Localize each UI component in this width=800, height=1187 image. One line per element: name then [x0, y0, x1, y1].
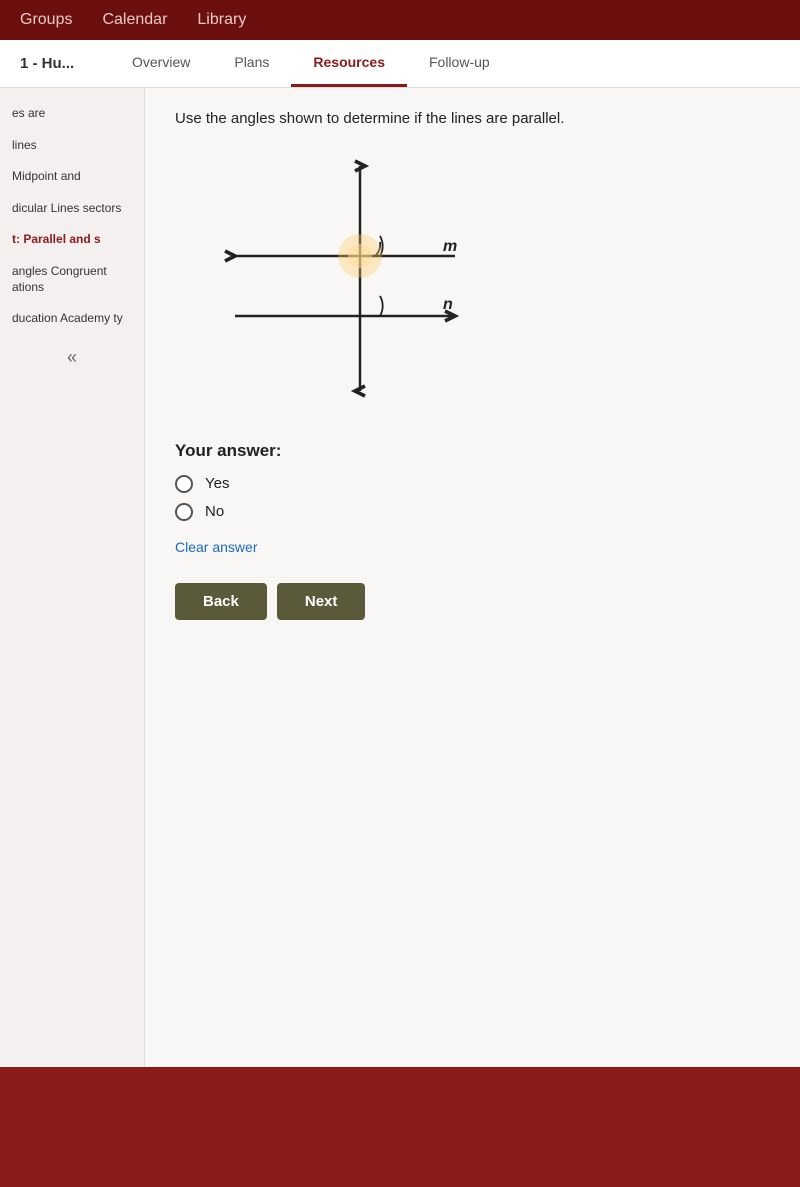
back-button[interactable]: Back [175, 583, 267, 620]
sidebar-collapse-button[interactable]: « [0, 335, 144, 380]
question-text: Use the angles shown to determine if the… [175, 108, 770, 131]
geometry-diagram: m n [175, 151, 495, 411]
label-m: m [443, 238, 457, 255]
button-row: Back Next [175, 583, 770, 620]
radio-no[interactable] [175, 503, 193, 521]
label-n: n [443, 296, 453, 313]
bottom-area [0, 1067, 800, 1187]
sidebar-item-1[interactable]: lines [0, 130, 144, 162]
sidebar-item-4[interactable]: t: Parallel and s [0, 224, 144, 256]
next-button[interactable]: Next [277, 583, 366, 620]
tab-plans[interactable]: Plans [212, 40, 291, 87]
sidebar-item-6[interactable]: ducation Academy ty [0, 303, 144, 335]
sidebar-item-0[interactable]: es are [0, 98, 144, 130]
nav-library[interactable]: Library [197, 11, 246, 29]
option-no[interactable]: No [175, 503, 770, 521]
nav-tabs: Overview Plans Resources Follow-up [110, 40, 512, 87]
nav-groups[interactable]: Groups [20, 11, 72, 29]
tab-resources[interactable]: Resources [291, 40, 407, 87]
answer-section: Your answer: Yes No Clear answer Back Ne… [175, 441, 770, 620]
diagram-svg: m n [175, 151, 495, 411]
sidebar: es are lines Midpoint and dicular Lines … [0, 88, 145, 1067]
top-nav: Groups Calendar Library [0, 0, 800, 40]
second-nav: 1 - Hu... Overview Plans Resources Follo… [0, 40, 800, 88]
sidebar-item-2[interactable]: Midpoint and [0, 161, 144, 193]
nav-calendar[interactable]: Calendar [102, 11, 167, 29]
sidebar-item-5[interactable]: angles Congruent ations [0, 256, 144, 303]
content-area: Use the angles shown to determine if the… [145, 88, 800, 1067]
course-title: 1 - Hu... [10, 55, 110, 72]
label-no: No [205, 503, 224, 520]
answer-label: Your answer: [175, 441, 770, 461]
sidebar-item-3[interactable]: dicular Lines sectors [0, 193, 144, 225]
label-yes: Yes [205, 475, 229, 492]
tab-overview[interactable]: Overview [110, 40, 212, 87]
main-layout: es are lines Midpoint and dicular Lines … [0, 88, 800, 1067]
radio-yes[interactable] [175, 475, 193, 493]
tab-followup[interactable]: Follow-up [407, 40, 512, 87]
clear-answer-link[interactable]: Clear answer [175, 539, 257, 555]
option-yes[interactable]: Yes [175, 475, 770, 493]
